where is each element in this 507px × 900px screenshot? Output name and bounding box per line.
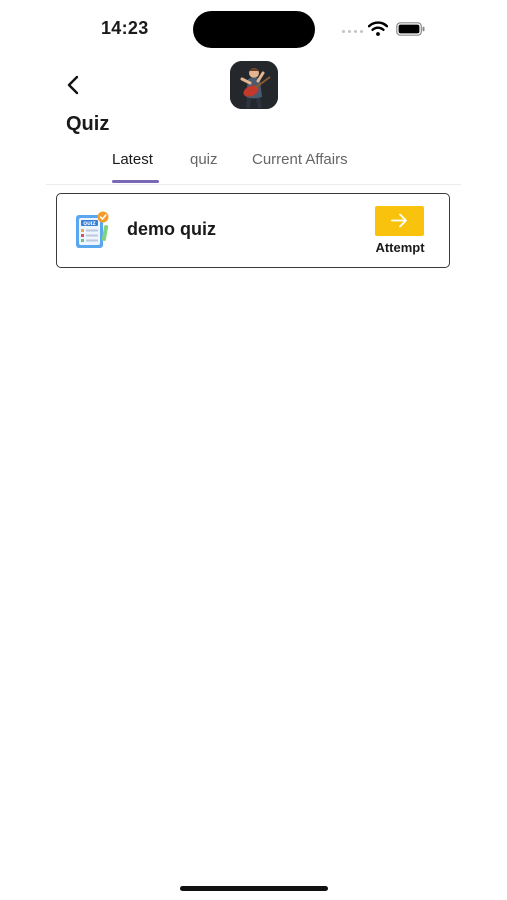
attempt-button[interactable] — [375, 206, 424, 236]
cellular-dots-icon — [342, 30, 363, 33]
chevron-left-icon — [67, 75, 79, 95]
quiz-title: demo quiz — [127, 219, 216, 239]
guitarist-avatar-icon — [230, 61, 278, 109]
tab-current-affairs[interactable]: Current Affairs — [252, 151, 348, 168]
status-time: 14:23 — [101, 18, 149, 38]
tab-quiz[interactable]: quiz — [190, 151, 218, 168]
status-bar: 14:23 — [0, 0, 507, 56]
active-tab-indicator — [112, 180, 159, 183]
svg-text:QUIZ: QUIZ — [83, 221, 96, 227]
battery-icon — [396, 22, 425, 36]
wifi-icon — [368, 21, 388, 36]
quiz-card[interactable]: QUIZ demo quiz Attempt — [56, 193, 450, 268]
tab-latest[interactable]: Latest — [112, 151, 153, 168]
dynamic-island — [193, 11, 315, 48]
back-button[interactable] — [63, 72, 85, 98]
home-indicator[interactable] — [180, 886, 328, 891]
quiz-sheet-icon: QUIZ — [76, 211, 109, 248]
attempt-label[interactable]: Attempt — [370, 240, 430, 255]
page-title: Quiz — [66, 113, 110, 135]
app-avatar — [230, 61, 278, 109]
tab-bar: Latest quiz Current Affairs — [46, 148, 461, 185]
arrow-right-icon — [391, 213, 407, 228]
